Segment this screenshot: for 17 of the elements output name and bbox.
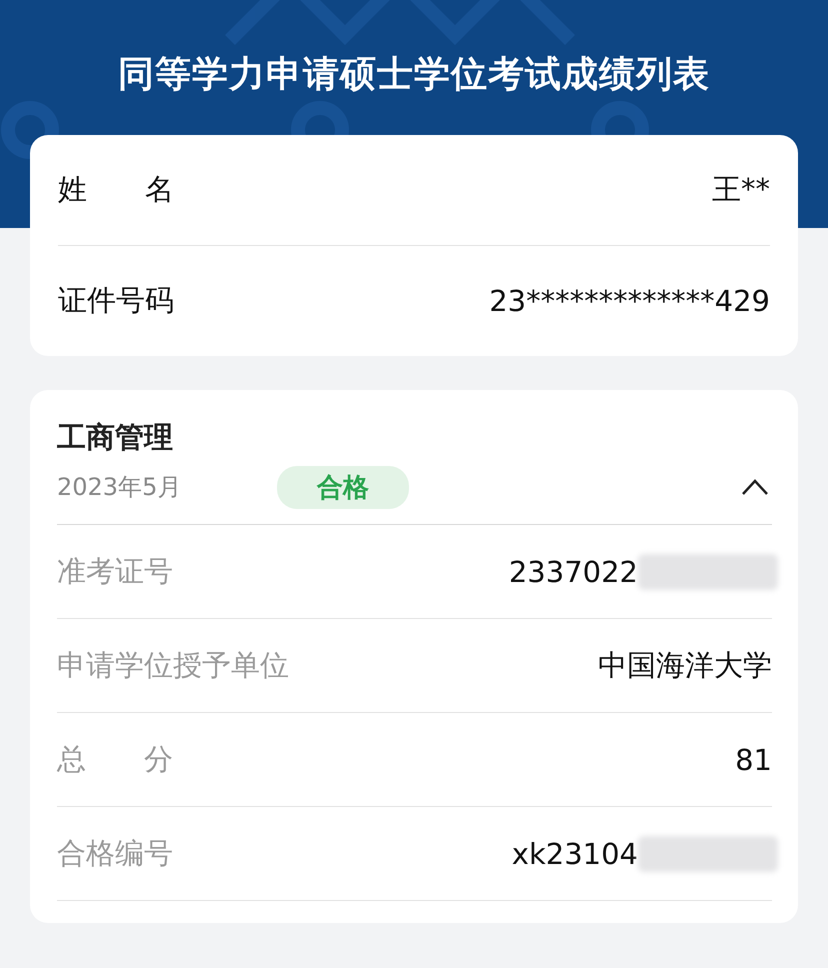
field-value: xk23104 bbox=[512, 836, 638, 870]
field-label: 合格编号 bbox=[57, 834, 173, 872]
field-label: 申请学位授予单位 bbox=[57, 646, 289, 684]
field-label: 总 分 bbox=[57, 740, 173, 778]
field-value: 23*************429 bbox=[489, 284, 770, 318]
subject-title: 工商管理 bbox=[57, 419, 174, 456]
field-value: 中国海洋大学 bbox=[598, 646, 772, 684]
field-label: 证件号码 bbox=[58, 282, 174, 319]
field-value: 81 bbox=[735, 742, 772, 776]
page-title: 同等学力申请硕士学位考试成绩列表 bbox=[117, 53, 711, 97]
field-label: 准考证号 bbox=[57, 552, 173, 590]
exam-date: 2023年5月 bbox=[57, 472, 182, 503]
field-value: 王** bbox=[712, 171, 770, 208]
collapse-chevron-icon[interactable] bbox=[740, 478, 770, 496]
field-value: 2337022 bbox=[508, 554, 638, 588]
result-badge: 合格 bbox=[277, 466, 409, 508]
field-label: 姓 名 bbox=[58, 171, 174, 208]
